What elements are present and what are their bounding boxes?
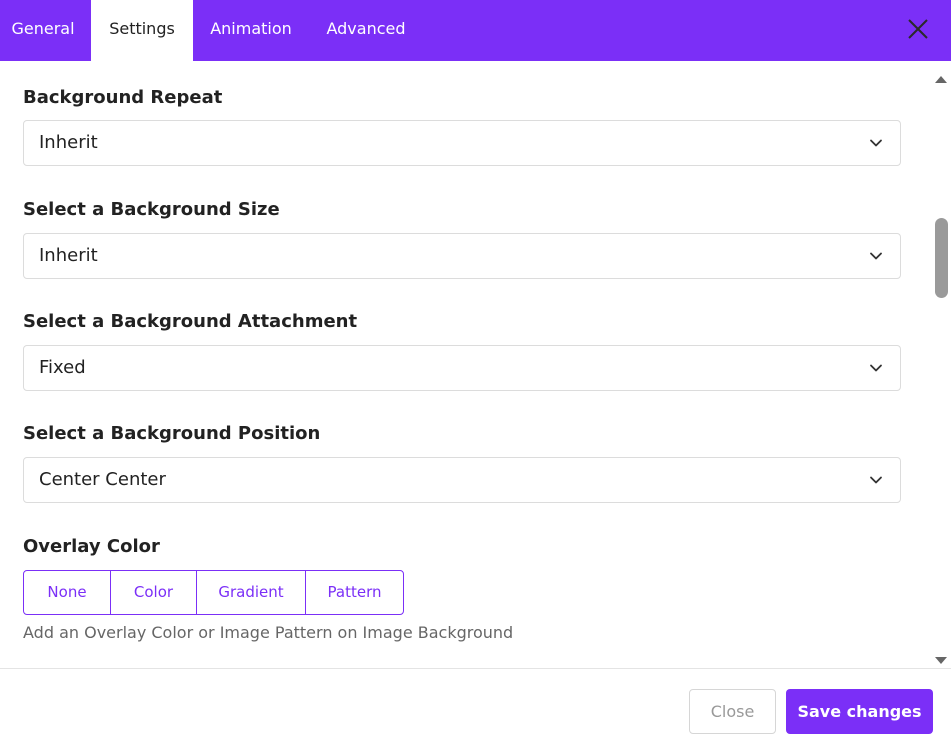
overlay-option-pattern[interactable]: Pattern bbox=[306, 571, 403, 614]
chevron-down-icon bbox=[868, 360, 884, 376]
tab-animation[interactable]: Animation bbox=[193, 0, 309, 61]
overlay-help-text: Add an Overlay Color or Image Pattern on… bbox=[23, 623, 514, 642]
chevron-down-icon bbox=[868, 472, 884, 488]
chevron-down-icon bbox=[868, 248, 884, 264]
background-repeat-select[interactable]: Inherit bbox=[23, 120, 901, 166]
background-position-label: Select a Background Position bbox=[23, 423, 321, 444]
tab-bar: General Settings Animation Advanced bbox=[0, 0, 951, 61]
tab-general[interactable]: General bbox=[0, 0, 86, 61]
scroll-down-arrow-icon[interactable] bbox=[934, 651, 948, 664]
background-size-value: Inherit bbox=[39, 245, 98, 266]
close-icon[interactable] bbox=[903, 14, 933, 44]
background-repeat-label: Background Repeat bbox=[23, 87, 223, 108]
overlay-option-gradient[interactable]: Gradient bbox=[197, 571, 306, 614]
overlay-color-label: Overlay Color bbox=[23, 536, 160, 557]
background-position-select[interactable]: Center Center bbox=[23, 457, 901, 503]
overlay-option-none[interactable]: None bbox=[24, 571, 111, 614]
scrollbar-thumb[interactable] bbox=[935, 218, 948, 298]
background-size-label: Select a Background Size bbox=[23, 199, 280, 220]
tab-advanced[interactable]: Advanced bbox=[309, 0, 423, 61]
scroll-up-arrow-icon[interactable] bbox=[934, 69, 948, 83]
background-repeat-value: Inherit bbox=[39, 132, 98, 153]
settings-panel: Background Repeat Inherit Select a Backg… bbox=[0, 61, 951, 668]
background-attachment-value: Fixed bbox=[39, 357, 86, 378]
save-changes-button[interactable]: Save changes bbox=[786, 689, 933, 734]
tab-settings[interactable]: Settings bbox=[91, 0, 193, 61]
overlay-option-color[interactable]: Color bbox=[111, 571, 197, 614]
overlay-color-segmented-control: None Color Gradient Pattern bbox=[23, 570, 404, 615]
chevron-down-icon bbox=[868, 135, 884, 151]
background-attachment-label: Select a Background Attachment bbox=[23, 311, 358, 332]
modal-footer: Close Save changes bbox=[0, 668, 951, 753]
background-size-select[interactable]: Inherit bbox=[23, 233, 901, 279]
background-position-value: Center Center bbox=[39, 469, 166, 490]
close-button[interactable]: Close bbox=[689, 689, 776, 734]
background-attachment-select[interactable]: Fixed bbox=[23, 345, 901, 391]
